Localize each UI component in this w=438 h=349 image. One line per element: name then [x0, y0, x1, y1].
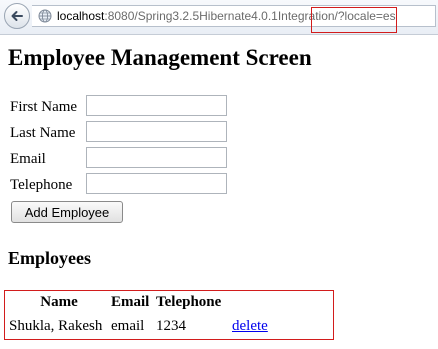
employee-telephone-cell: 1234	[156, 318, 186, 334]
employee-email-cell: email	[111, 318, 145, 334]
email-label: Email	[10, 151, 46, 167]
column-header-name: Name	[40, 294, 78, 310]
last-name-input[interactable]	[86, 121, 227, 142]
employees-table-highlight-box: Name Email Telephone Shukla, Rakesh emai…	[4, 290, 334, 340]
column-header-email: Email	[111, 294, 150, 310]
last-name-label: Last Name	[10, 125, 76, 141]
employee-name-cell: Shukla, Rakesh	[9, 318, 103, 334]
first-name-label: First Name	[10, 99, 78, 115]
telephone-input[interactable]	[86, 173, 227, 194]
table-header-row: Name Email Telephone	[8, 292, 280, 314]
browser-address-bar: localhost:8080/Spring3.2.5Hibernate4.0.1…	[0, 0, 438, 35]
column-header-action	[228, 292, 280, 314]
table-row: Shukla, Rakesh email 1234 delete	[8, 314, 280, 336]
telephone-label: Telephone	[10, 177, 73, 193]
url-host: localhost	[57, 9, 105, 23]
add-employee-button[interactable]: Add Employee	[11, 201, 123, 223]
column-header-telephone: Telephone	[156, 294, 222, 310]
employees-table: Name Email Telephone Shukla, Rakesh emai…	[8, 292, 280, 336]
first-name-input[interactable]	[86, 95, 227, 116]
back-arrow-icon	[11, 11, 23, 21]
employee-action-cell: delete	[228, 314, 280, 336]
url-path: :8080/Spring3.2.5Hibernate4.0.1Integrati…	[104, 9, 396, 23]
email-input[interactable]	[86, 147, 227, 168]
page-title: Employee Management Screen	[8, 45, 312, 70]
delete-employee-link[interactable]: delete	[232, 318, 268, 334]
back-button[interactable]	[4, 3, 30, 29]
employees-heading: Employees	[8, 248, 91, 268]
url-field[interactable]: localhost:8080/Spring3.2.5Hibernate4.0.1…	[32, 5, 436, 27]
globe-icon	[38, 9, 52, 23]
